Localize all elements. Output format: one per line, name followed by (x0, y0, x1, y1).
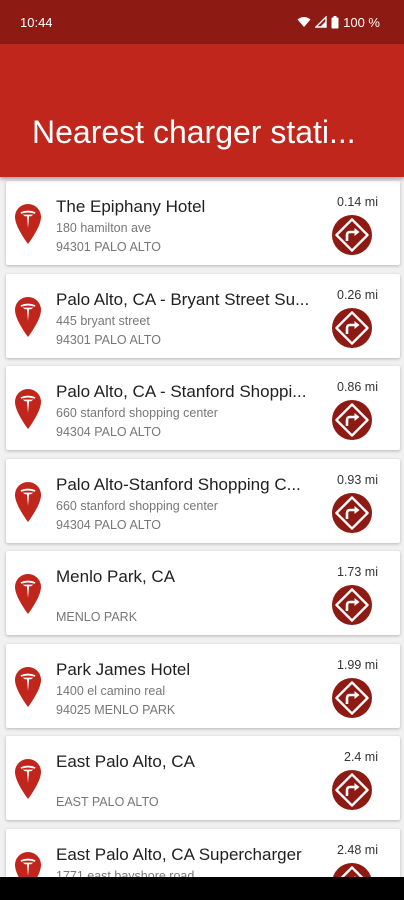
directions-button[interactable] (332, 492, 372, 533)
station-card[interactable]: East Palo Alto, CA EAST PALO ALTO 2.4 mi (6, 736, 400, 820)
station-distance: 1.99 mi (337, 657, 378, 672)
battery-percent: 100 % (343, 14, 380, 30)
station-card[interactable]: Park James Hotel 1400 el camino real 94025… (6, 643, 400, 728)
directions-button[interactable] (332, 862, 372, 877)
directions-icon (332, 863, 372, 877)
tesla-pin-icon (15, 296, 41, 337)
directions-button[interactable] (332, 307, 372, 348)
station-street: 180 hamilton ave (56, 221, 152, 235)
directions-icon (332, 678, 372, 718)
station-card[interactable]: East Palo Alto, CA Supercharger 1771 east… (6, 828, 400, 878)
page-title: Nearest charger stati... (32, 114, 356, 150)
station-name: The Epiphany Hotel (56, 197, 206, 216)
station-distance: 1.73 mi (337, 565, 378, 579)
station-name: East Palo Alto, CA Supercharger (56, 844, 302, 864)
station-card[interactable]: Menlo Park, CA MENLO PARK 1.73 mi (6, 551, 400, 635)
directions-icon (332, 770, 372, 810)
tesla-pin-icon (15, 759, 41, 799)
station-city: 94025 MENLO PARK (56, 702, 176, 717)
station-street: 445 bryant street (56, 313, 150, 328)
station-name: Park James Hotel (56, 659, 191, 679)
directions-button[interactable] (332, 677, 372, 718)
station-street: 1771 east bayshore road (56, 868, 195, 878)
station-city: 94301 PALO ALTO (56, 240, 161, 254)
tesla-pin-icon (15, 481, 41, 522)
app-bar: Nearest charger stati... (0, 44, 404, 177)
station-city: 94304 PALO ALTO (56, 517, 161, 532)
station-city: EAST PALO ALTO (56, 795, 159, 809)
tesla-pin-icon (15, 389, 41, 429)
wifi-icon (297, 17, 311, 27)
station-distance: 0.93 mi (337, 472, 378, 487)
directions-icon (332, 493, 372, 533)
tesla-pin-icon (15, 574, 41, 614)
station-city: 94301 PALO ALTO (56, 332, 161, 347)
station-city: 94304 PALO ALTO (56, 425, 161, 439)
station-distance: 0.26 mi (337, 287, 378, 302)
tesla-pin-icon (15, 851, 41, 877)
station-street: 660 stanford shopping center (56, 498, 218, 513)
status-bar: 10:44 100 % (0, 0, 404, 44)
station-distance: 0.86 mi (337, 380, 378, 394)
station-name: Menlo Park, CA (56, 567, 176, 586)
station-card[interactable]: Palo Alto-Stanford Shopping C... 660 stan… (6, 458, 400, 543)
directions-icon (332, 215, 372, 255)
station-distance: 2.48 mi (337, 842, 378, 857)
station-street: 1400 el camino real (56, 683, 166, 698)
directions-icon (332, 400, 372, 440)
directions-button[interactable] (332, 770, 372, 810)
station-card[interactable]: Palo Alto, CA - Stanford Shoppi... 660 st… (6, 366, 400, 450)
station-name: Palo Alto, CA - Stanford Shoppi... (56, 382, 307, 401)
station-street: 660 stanford shopping center (56, 406, 218, 420)
directions-button[interactable] (332, 585, 372, 625)
directions-button[interactable] (332, 215, 372, 255)
cellular-signal-icon (315, 16, 327, 28)
station-name: East Palo Alto, CA (56, 752, 195, 771)
station-card[interactable]: Palo Alto, CA - Bryant Street Su... 445 b… (6, 273, 400, 358)
directions-button[interactable] (332, 400, 372, 440)
station-distance: 0.14 mi (337, 195, 378, 209)
status-icons: 100 % (297, 15, 380, 30)
station-name: Palo Alto-Stanford Shopping C... (56, 474, 301, 494)
tesla-pin-icon (15, 666, 41, 707)
station-city: MENLO PARK (56, 610, 138, 624)
station-card[interactable]: The Epiphany Hotel 180 hamilton ave 94301 … (6, 181, 400, 265)
station-distance: 2.4 mi (343, 750, 378, 764)
station-name: Palo Alto, CA - Bryant Street Su... (56, 289, 310, 309)
directions-icon (332, 308, 372, 348)
directions-icon (332, 585, 372, 625)
status-time: 10:44 (20, 14, 53, 30)
station-list[interactable]: The Epiphany Hotel 180 hamilton ave 94301 … (0, 177, 404, 877)
system-navigation-bar (0, 877, 404, 900)
tesla-pin-icon (15, 204, 41, 244)
battery-icon (331, 15, 339, 28)
